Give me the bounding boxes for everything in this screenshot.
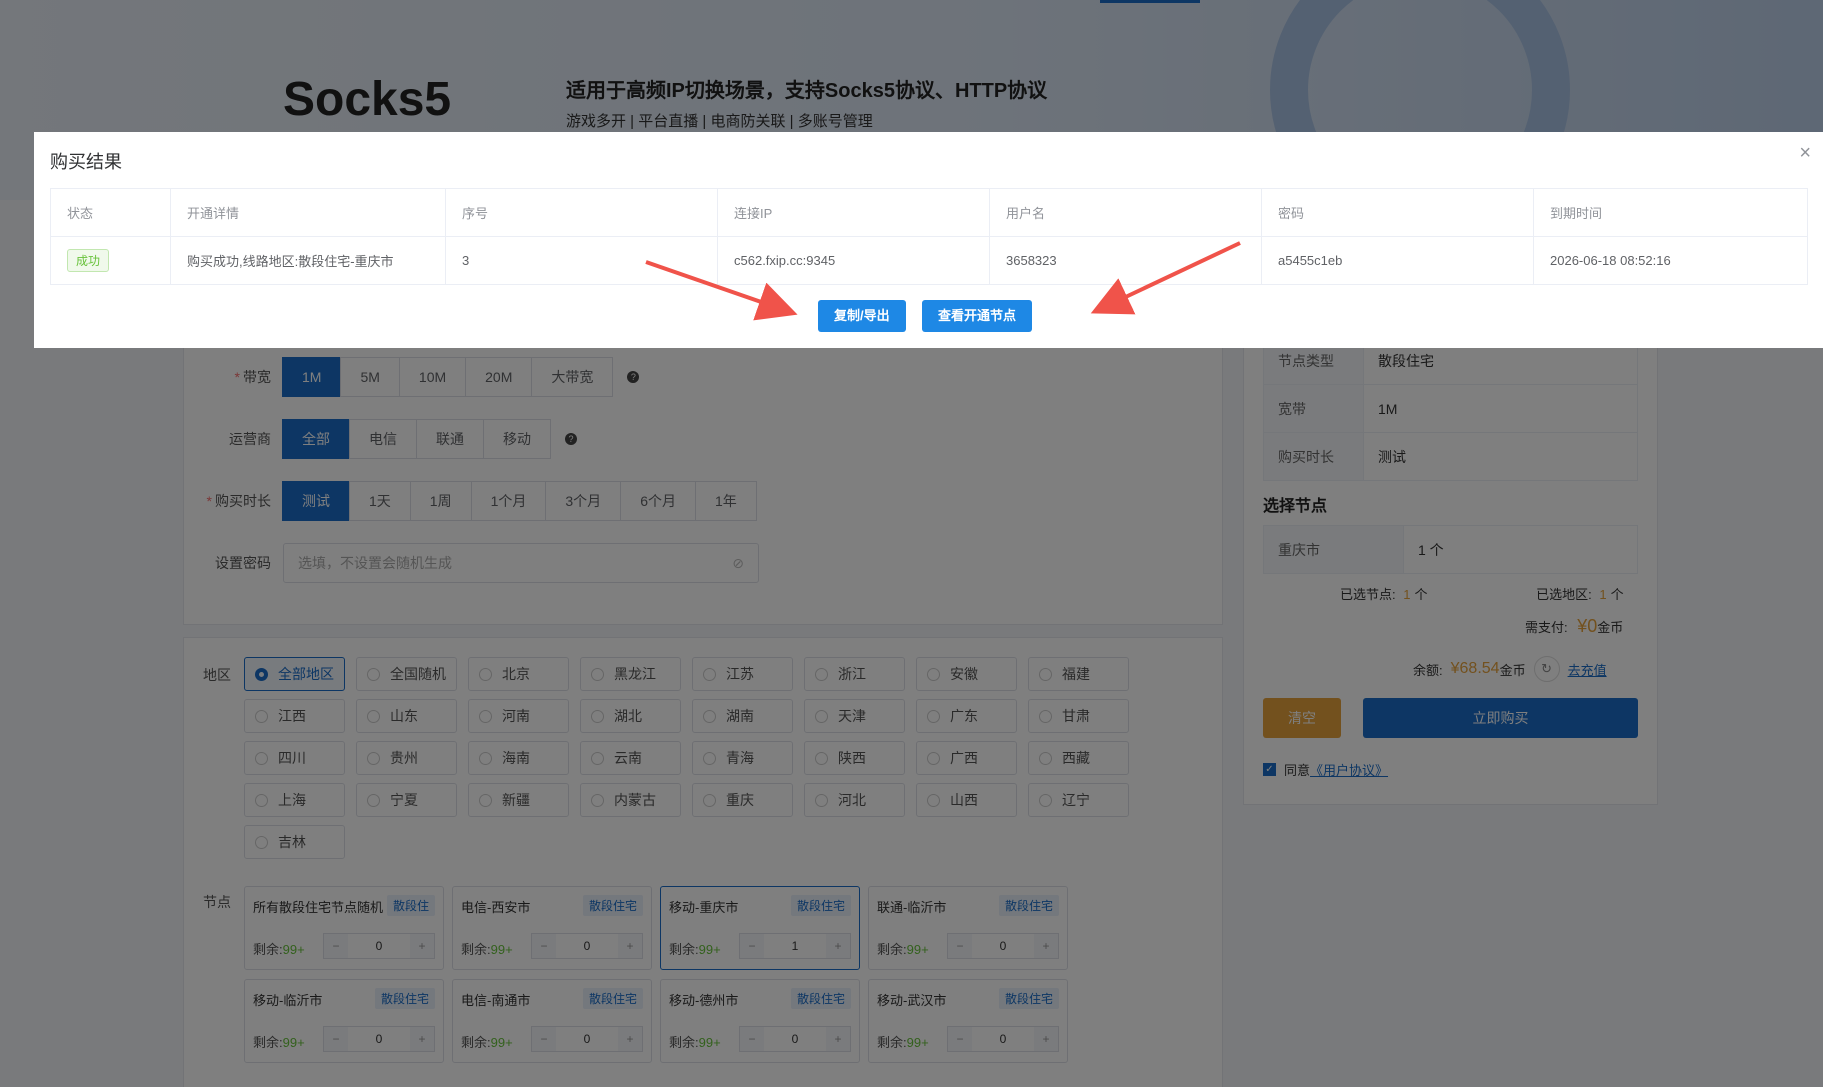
column-header: 密码 — [1261, 188, 1534, 237]
column-header: 状态 — [50, 188, 171, 237]
index-cell: 3 — [445, 236, 718, 285]
copy-export-button[interactable]: 复制/导出 — [818, 300, 906, 332]
username-cell: 3658323 — [989, 236, 1262, 285]
ip-cell: c562.fxip.cc:9345 — [717, 236, 990, 285]
column-header: 用户名 — [989, 188, 1262, 237]
view-nodes-button[interactable]: 查看开通节点 — [922, 300, 1033, 332]
column-header: 连接IP — [717, 188, 990, 237]
password-cell: a5455c1eb — [1261, 236, 1534, 285]
dialog-title: 购买结果 — [50, 152, 122, 172]
column-header: 序号 — [445, 188, 718, 237]
detail-cell: 购买成功,线路地区:散段住宅-重庆市 — [170, 236, 446, 285]
table-row: 成功 购买成功,线路地区:散段住宅-重庆市 3 c562.fxip.cc:934… — [50, 236, 1808, 285]
column-header: 开通详情 — [170, 188, 446, 237]
expire-cell: 2026-06-18 08:52:16 — [1533, 236, 1808, 285]
status-badge: 成功 — [67, 249, 110, 272]
result-table: 状态 开通详情 序号 连接IP 用户名 密码 到期时间 成功 购买成功,线路地区… — [50, 188, 1808, 285]
column-header: 到期时间 — [1533, 188, 1808, 237]
result-header-row: 状态 开通详情 序号 连接IP 用户名 密码 到期时间 — [50, 188, 1808, 237]
purchase-result-dialog: 购买结果 × 状态 开通详情 序号 连接IP 用户名 密码 到期时间 成功 购买… — [34, 132, 1823, 348]
close-icon[interactable]: × — [1799, 142, 1811, 165]
